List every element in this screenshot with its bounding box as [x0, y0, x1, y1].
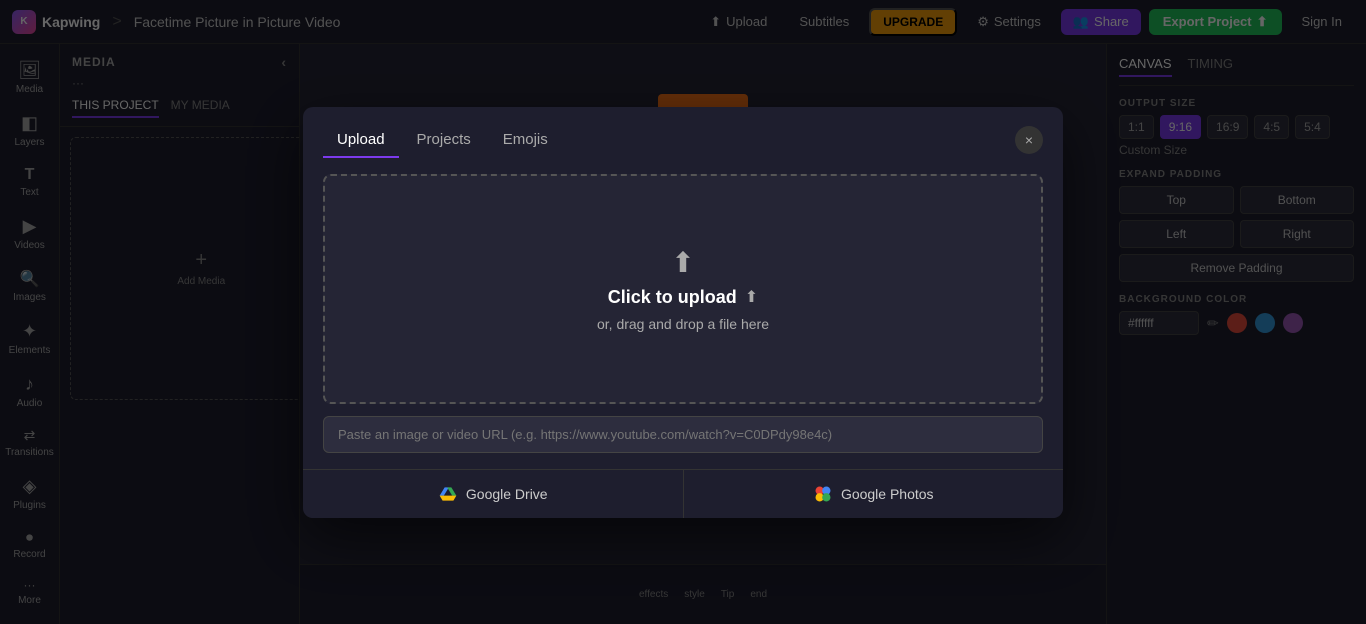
google-drive-icon	[438, 484, 458, 504]
google-drive-button[interactable]: Google Drive	[303, 470, 684, 518]
modal-tab-emojis[interactable]: Emojis	[489, 123, 562, 158]
upload-sub-text: or, drag and drop a file here	[597, 316, 769, 332]
modal-header: Upload Projects Emojis ×	[303, 107, 1063, 158]
upload-small-icon: ⬆	[745, 287, 758, 307]
modal-tab-upload[interactable]: Upload	[323, 123, 399, 158]
url-input[interactable]	[323, 416, 1043, 453]
google-photos-icon	[813, 484, 833, 504]
google-photos-button[interactable]: Google Photos	[684, 470, 1064, 518]
modal-body: ⬆ Click to upload ⬆ or, drag and drop a …	[303, 158, 1063, 469]
modal-overlay[interactable]: Upload Projects Emojis × ⬆ Click to uplo…	[0, 0, 1366, 624]
modal-close-button[interactable]: ×	[1015, 126, 1043, 154]
upload-modal: Upload Projects Emojis × ⬆ Click to uplo…	[303, 107, 1063, 518]
upload-dropzone[interactable]: ⬆ Click to upload ⬆ or, drag and drop a …	[323, 174, 1043, 404]
upload-main-text: Click to upload	[608, 287, 737, 308]
modal-footer: Google Drive Google Photos	[303, 469, 1063, 518]
upload-arrow-icon: ⬆	[671, 246, 694, 279]
modal-tab-projects[interactable]: Projects	[403, 123, 485, 158]
